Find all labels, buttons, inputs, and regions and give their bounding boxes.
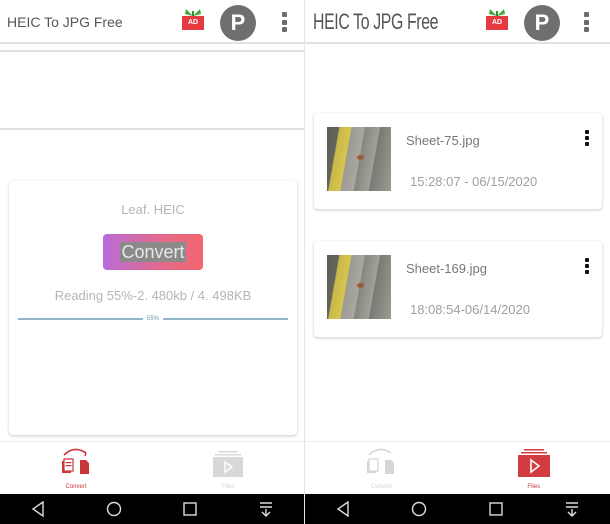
- bottom-nav: Convert Files: [305, 441, 610, 494]
- back-button[interactable]: [28, 499, 48, 519]
- avatar[interactable]: P: [524, 5, 560, 41]
- recents-button[interactable]: [486, 499, 506, 519]
- bottom-nav: Convert Files: [0, 441, 304, 494]
- nav-label: Files: [221, 484, 235, 490]
- file-timestamp: 15:28:07 - 06/15/2020: [410, 174, 538, 189]
- notification-pull-button[interactable]: [562, 499, 582, 519]
- back-icon: [336, 501, 349, 517]
- files-icon: [517, 449, 550, 477]
- progress-bar: 55%: [18, 314, 288, 324]
- notification-pull-icon: [565, 502, 578, 517]
- nav-tab-convert[interactable]: Convert: [0, 442, 152, 494]
- home-icon: [412, 501, 427, 517]
- file-more-options-icon[interactable]: [584, 258, 590, 274]
- file-name: Sheet-75.jpg: [406, 133, 480, 148]
- file-more-options-icon[interactable]: [584, 130, 590, 146]
- screenshot-pair: HEIC To JPG Free AD P Leaf. HEIC Convert…: [0, 0, 610, 524]
- file-name: Sheet-169.jpg: [406, 261, 487, 276]
- progress-status-text: Reading 55%-2. 480kb / 4. 498KB: [54, 288, 252, 303]
- nav-tab-files[interactable]: Files: [458, 442, 610, 494]
- convert-button[interactable]: Convert: [103, 234, 203, 270]
- ad-badge: AD: [182, 16, 204, 30]
- ad-gift-button[interactable]: AD: [181, 8, 205, 32]
- file-thumbnail: [327, 255, 391, 319]
- overflow-menu-icon[interactable]: [581, 10, 591, 34]
- file-timestamp: 18:08:54-06/14/2020: [410, 302, 530, 317]
- nav-tab-convert[interactable]: Convert: [305, 442, 458, 494]
- gift-bow-icon: [489, 9, 505, 16]
- file-list-item[interactable]: Sheet-75.jpg 15:28:07 - 06/15/2020: [314, 113, 602, 209]
- notification-pull-icon: [260, 502, 272, 517]
- recents-icon: [488, 502, 503, 516]
- app-bar: HEIC To JPG Free AD P: [305, 0, 610, 44]
- selected-file-name: Leaf. HEIC: [121, 202, 185, 217]
- convert-icon: [367, 448, 395, 474]
- home-button[interactable]: [409, 499, 429, 519]
- ad-gift-button[interactable]: AD: [485, 8, 509, 32]
- convert-card: Leaf. HEIC Convert Reading 55%-2. 480kb …: [9, 181, 297, 435]
- nav-label: Convert: [65, 484, 87, 490]
- overflow-menu-icon[interactable]: [279, 10, 289, 34]
- avatar[interactable]: P: [220, 5, 256, 41]
- progress-label: 55%: [142, 314, 164, 324]
- convert-icon: [62, 448, 89, 474]
- home-icon: [106, 501, 122, 517]
- nav-label: Convert: [370, 484, 392, 490]
- recents-button[interactable]: [180, 499, 200, 519]
- app-title: HEIC To JPG Free: [7, 14, 123, 30]
- ad-badge: AD: [486, 16, 508, 30]
- back-button[interactable]: [333, 499, 353, 519]
- nav-label: Files: [527, 484, 541, 490]
- files-icon: [213, 451, 243, 477]
- file-thumbnail: [327, 127, 391, 191]
- file-list-item[interactable]: Sheet-169.jpg 18:08:54-06/14/2020: [314, 241, 602, 337]
- files-screen: HEIC To JPG Free AD P Sheet-75.jpg 15:28…: [305, 0, 610, 524]
- app-bar: HEIC To JPG Free AD P: [0, 0, 304, 44]
- back-icon: [31, 501, 44, 517]
- system-nav-bar: [305, 494, 610, 524]
- convert-screen: HEIC To JPG Free AD P Leaf. HEIC Convert…: [0, 0, 305, 524]
- empty-panel: [0, 50, 304, 130]
- system-nav-bar: [0, 494, 304, 524]
- convert-button-label: Convert: [120, 242, 186, 262]
- app-title: HEIC To JPG Free: [313, 9, 439, 34]
- recents-icon: [183, 502, 197, 516]
- notification-pull-button[interactable]: [256, 499, 276, 519]
- home-button[interactable]: [104, 499, 124, 519]
- gift-bow-icon: [185, 9, 201, 16]
- nav-tab-files[interactable]: Files: [152, 442, 304, 494]
